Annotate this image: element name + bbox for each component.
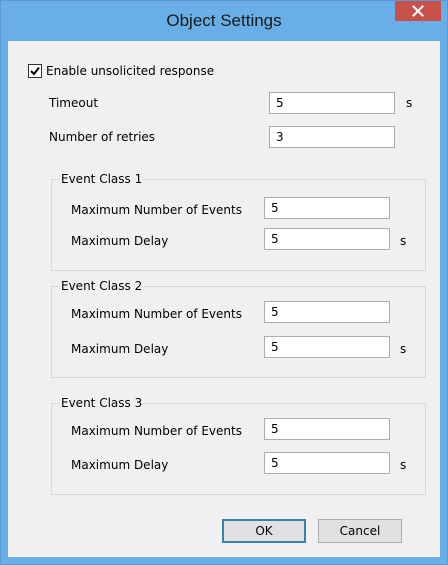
- unsolicited-checkbox[interactable]: [28, 64, 42, 78]
- cancel-button[interactable]: Cancel: [318, 519, 402, 543]
- dialog-body: Enable unsolicited response Timeout s Nu…: [8, 41, 440, 557]
- retries-input[interactable]: [269, 126, 395, 148]
- timeout-unit: s: [406, 96, 413, 110]
- event-class-1-max-delay-label: Maximum Delay: [71, 234, 169, 248]
- close-icon: [412, 5, 424, 17]
- event-class-1-max-events-label: Maximum Number of Events: [71, 203, 242, 217]
- dialog-title: Object Settings: [166, 11, 282, 30]
- ok-button[interactable]: OK: [222, 519, 306, 543]
- event-class-3-max-events-input[interactable]: [264, 418, 390, 440]
- event-class-2-max-delay-unit: s: [400, 342, 407, 356]
- event-class-3-max-events-label: Maximum Number of Events: [71, 424, 242, 438]
- timeout-input[interactable]: [269, 92, 395, 114]
- unsolicited-label: Enable unsolicited response: [46, 64, 215, 78]
- event-class-3-max-delay-input[interactable]: [264, 452, 390, 474]
- event-class-1-title: Event Class 1: [59, 171, 145, 187]
- event-class-2-max-events-label: Maximum Number of Events: [71, 307, 242, 321]
- event-class-2-max-delay-label: Maximum Delay: [71, 342, 169, 356]
- retries-label: Number of retries: [49, 130, 156, 144]
- checkmark-icon: [30, 66, 40, 76]
- event-class-3-title: Event Class 3: [59, 395, 145, 411]
- object-settings-dialog: Object Settings Enable unsolicited respo…: [0, 0, 448, 565]
- unsolicited-checkbox-row[interactable]: Enable unsolicited response: [28, 63, 214, 79]
- event-class-1-group: Event Class 1: [51, 171, 426, 271]
- event-class-3-max-delay-label: Maximum Delay: [71, 458, 169, 472]
- timeout-label: Timeout: [49, 96, 99, 110]
- event-class-2-title: Event Class 2: [59, 278, 145, 294]
- event-class-1-max-events-input[interactable]: [264, 197, 390, 219]
- event-class-2-max-delay-input[interactable]: [264, 336, 390, 358]
- title-bar[interactable]: Object Settings: [1, 1, 447, 41]
- event-class-3-group: Event Class 3: [51, 395, 426, 495]
- event-class-2-max-events-input[interactable]: [264, 301, 390, 323]
- event-class-1-max-delay-unit: s: [400, 234, 407, 248]
- event-class-1-max-delay-input[interactable]: [264, 228, 390, 250]
- event-class-3-max-delay-unit: s: [400, 458, 407, 472]
- close-button[interactable]: [395, 1, 441, 21]
- event-class-2-group: Event Class 2: [51, 278, 426, 378]
